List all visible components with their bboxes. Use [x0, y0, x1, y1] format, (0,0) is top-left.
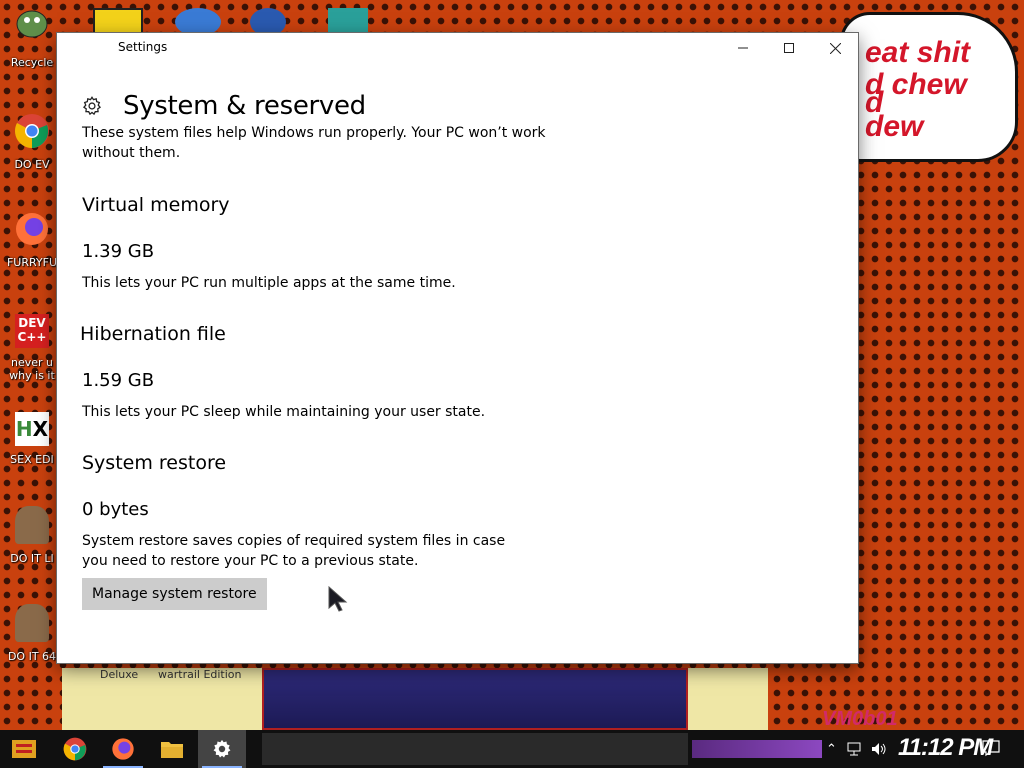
action-center-button[interactable]: [982, 739, 1000, 761]
taskbar-search-area[interactable]: [262, 733, 688, 765]
firefox-icon: [13, 210, 51, 248]
desc-virtual-memory: This lets your PC run multiple apps at t…: [82, 275, 456, 291]
maximize-icon: [784, 43, 794, 53]
desktop-icon-label: FURRYFU: [6, 256, 58, 269]
hex-editor-icon: HX: [13, 410, 51, 448]
start-button[interactable]: [0, 730, 48, 768]
desktop-icon-label: DO IT LI: [10, 552, 54, 565]
section-title-system-restore: System restore: [82, 452, 227, 474]
devcpp-icon: DEV C++: [13, 312, 51, 350]
caption-left: Deluxe: [100, 668, 139, 681]
gear-icon: [82, 96, 102, 116]
recycle-bin-icon: [13, 0, 51, 38]
page-title: System & reserved: [123, 91, 366, 121]
desktop-icon-label: Recycle: [10, 56, 54, 69]
taskbar: ⌃ 11:12 PM: [0, 730, 1024, 768]
notification-icon: [982, 740, 1000, 757]
taskbar-chrome[interactable]: [51, 730, 99, 768]
manage-system-restore-button[interactable]: Manage system restore: [82, 578, 267, 610]
system-tray: ⌃: [826, 730, 887, 768]
speech-bubble: eat shit d chew d dew: [840, 12, 1018, 162]
title-bar[interactable]: Settings: [57, 33, 858, 63]
intro-text: These system files help Windows run prop…: [82, 125, 546, 161]
wallpaper-shortcut-top-4: [328, 8, 368, 36]
close-button[interactable]: [812, 33, 858, 63]
page-header: System & reserved: [81, 91, 366, 121]
close-icon: [829, 42, 841, 54]
desktop-icon-portrait-2[interactable]: DO IT 64: [4, 604, 60, 663]
desktop-icon-label: SEX EDI: [10, 453, 54, 466]
speech-line-1: eat shit: [865, 36, 971, 69]
desktop-icon-portrait-1[interactable]: DO IT LI: [4, 506, 60, 565]
wallpaper-city-art: [262, 668, 688, 730]
taskbar-decoration: [692, 740, 822, 758]
size-hibernation: 1.59 GB: [82, 370, 155, 391]
gear-icon: [213, 739, 231, 758]
taskbar-file-explorer[interactable]: [148, 730, 196, 768]
chrome-icon: [13, 112, 51, 150]
volume-icon[interactable]: [871, 742, 887, 756]
wallpaper-watermark: VM0b01: [822, 708, 898, 730]
settings-window: Settings System & reserved These system …: [57, 33, 858, 663]
section-title-hibernation: Hibernation file: [80, 323, 226, 345]
minimize-icon: [738, 47, 748, 49]
section-title-virtual-memory: Virtual memory: [82, 194, 230, 216]
speech-line-4: dew: [865, 110, 924, 143]
folder-icon: [161, 742, 183, 758]
desktop-icon-recycle[interactable]: Recycle: [4, 0, 60, 69]
wallpaper-shortcut-top-3: [250, 8, 286, 36]
portrait-icon: [13, 506, 51, 544]
taskbar-settings[interactable]: [198, 730, 246, 768]
desktop-icon-chrome[interactable]: DO EV: [4, 112, 60, 171]
chevron-up-icon[interactable]: ⌃: [826, 742, 837, 757]
taskbar-clock[interactable]: 11:12 PM: [898, 734, 993, 762]
chrome-icon: [63, 737, 87, 761]
size-virtual-memory: 1.39 GB: [82, 241, 155, 262]
desktop-icon-firefox[interactable]: FURRYFU: [4, 210, 60, 269]
desc-hibernation: This lets your PC sleep while maintainin…: [82, 404, 486, 420]
desktop-icon-label: DO EV: [14, 158, 50, 171]
wallpaper-shortcut-top-2: [175, 8, 221, 36]
network-icon[interactable]: [847, 742, 863, 756]
desktop-icon-label-2: why is it: [9, 369, 55, 382]
firefox-icon: [112, 738, 134, 760]
portrait-icon: [13, 604, 51, 642]
caption-mid: wartrail Edition: [158, 668, 242, 681]
desktop-icon-devcpp[interactable]: DEV C++ never u why is it: [4, 312, 60, 382]
size-system-restore: 0 bytes: [82, 499, 149, 520]
desc-system-restore: System restore saves copies of required …: [82, 533, 506, 569]
mouse-cursor-icon: [328, 586, 348, 612]
wallpaper-yellow-left: Deluxe wartrail Edition: [62, 668, 262, 730]
taskbar-firefox[interactable]: [99, 730, 147, 768]
desktop-icon-label: DO IT 64: [7, 650, 57, 663]
desktop-icon-hex[interactable]: HX SEX EDI: [4, 410, 60, 466]
maximize-button[interactable]: [766, 33, 812, 63]
desktop-icon-label: never u: [10, 356, 53, 369]
window-title: Settings: [118, 40, 168, 54]
start-icon: [12, 740, 36, 758]
minimize-button[interactable]: [720, 33, 766, 63]
wallpaper-yellow-right: [688, 668, 768, 730]
